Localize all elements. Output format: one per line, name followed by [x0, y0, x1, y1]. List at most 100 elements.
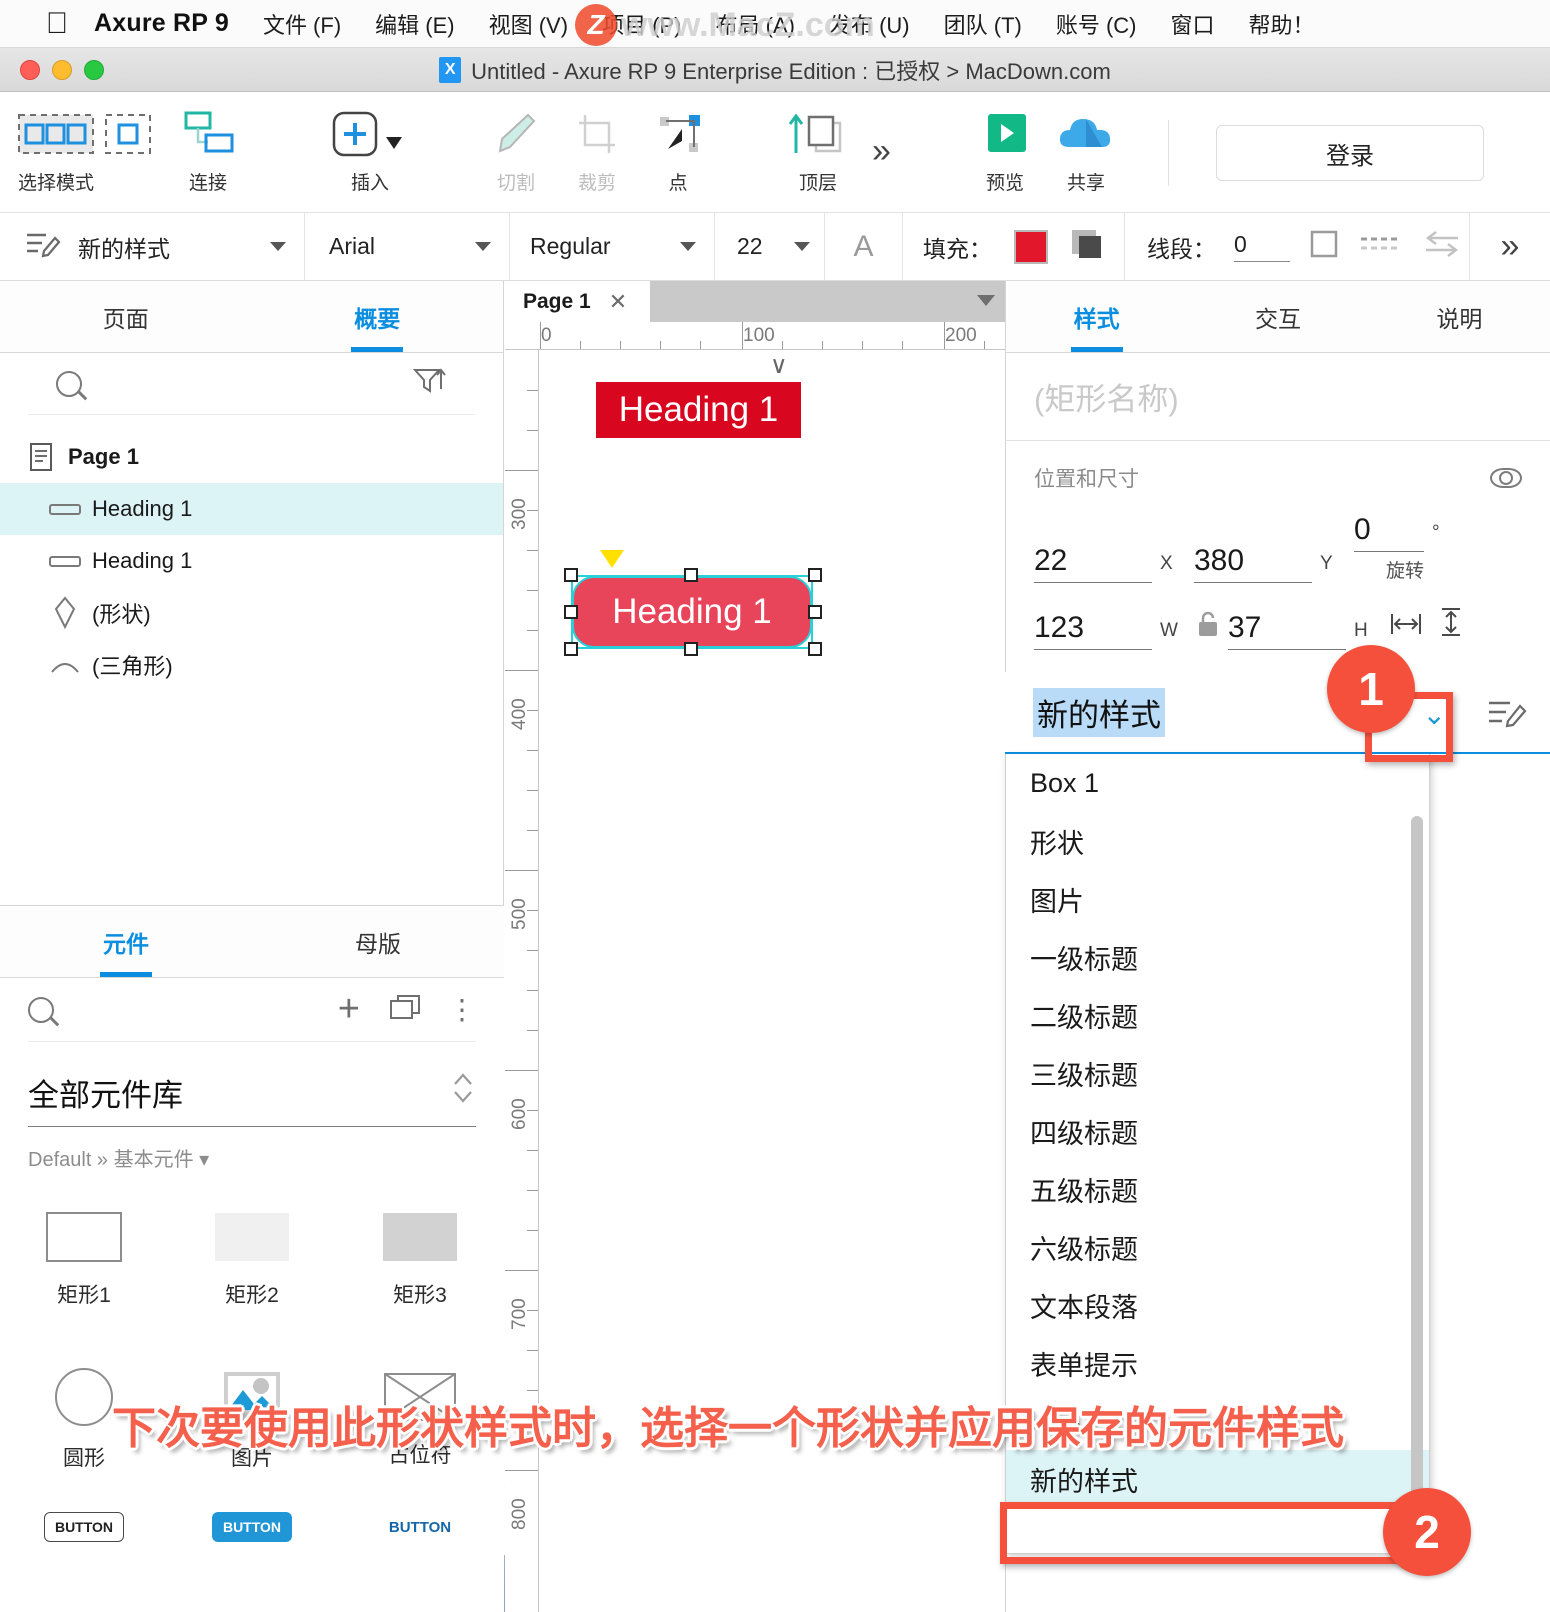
widget-button-link[interactable]: BUTTON [336, 1496, 504, 1558]
add-library-icon[interactable]: + [338, 988, 360, 1031]
menu-item-team[interactable]: 团队 (T) [944, 8, 1022, 40]
chevron-down-icon[interactable] [794, 242, 810, 251]
toolbar-bring-to-front[interactable]: 顶层 [770, 106, 866, 195]
chevron-down-icon[interactable] [680, 242, 696, 251]
font-family-selector[interactable]: Arial [305, 213, 510, 280]
outline-search-row[interactable] [28, 353, 475, 415]
tab-widgets[interactable]: 元件 [0, 906, 252, 977]
toolbar-connect[interactable]: 连接 [160, 106, 256, 195]
menu-item-project[interactable]: 项目 (P) [602, 8, 681, 40]
font-size-selector[interactable]: 22 [715, 213, 825, 280]
resize-handle-s[interactable] [684, 642, 698, 656]
resize-handle-ne[interactable] [808, 568, 822, 582]
tree-item-shape[interactable]: (形状) [0, 587, 503, 639]
tree-item-triangle[interactable]: (三角形) [0, 639, 503, 691]
close-icon[interactable]: ✕ [609, 289, 627, 315]
tab-notes[interactable]: 说明 [1369, 281, 1550, 352]
style-option-paragraph[interactable]: 文本段落 [1006, 1276, 1429, 1334]
resize-handle-w[interactable] [564, 605, 578, 619]
border-style-icon[interactable] [1308, 228, 1340, 265]
line-controls[interactable]: 线段： 0 [1125, 213, 1470, 280]
resize-handle-e[interactable] [808, 605, 822, 619]
resize-handle-se[interactable] [808, 642, 822, 656]
visibility-eye-icon[interactable] [1490, 468, 1522, 488]
library-stepper-icon[interactable] [450, 1068, 476, 1116]
style-option-heading-3[interactable]: 三级标题 [1006, 1044, 1429, 1102]
style-option-heading-5[interactable]: 五级标题 [1006, 1160, 1429, 1218]
gradient-fill-icon[interactable] [1070, 226, 1106, 267]
chevron-down-icon[interactable] [475, 242, 491, 251]
tree-item-heading-1-a[interactable]: Heading 1 [0, 483, 503, 535]
canvas-shape-heading-solid[interactable]: Heading 1 [596, 382, 801, 438]
height-input[interactable]: 37 [1228, 611, 1346, 650]
canvas-tab-overflow-icon[interactable] [977, 295, 995, 306]
widget-rectangle-2[interactable]: 矩形2 [168, 1186, 336, 1332]
tab-masters[interactable]: 母版 [252, 906, 504, 977]
font-weight-selector[interactable]: Regular [510, 213, 715, 280]
style-option-heading-1[interactable]: 一级标题 [1006, 928, 1429, 986]
width-input[interactable]: 123 [1034, 611, 1152, 650]
style-option-heading-6[interactable]: 六级标题 [1006, 1218, 1429, 1276]
library-more-icon[interactable]: ⋮ [448, 993, 476, 1026]
widget-rectangle-1[interactable]: 矩形1 [0, 1186, 168, 1332]
fill-color-swatch[interactable] [1014, 229, 1048, 264]
toolbar-overflow-chevron[interactable]: » [872, 132, 891, 171]
menu-item-view[interactable]: 视图 (V) [489, 8, 568, 40]
library-breadcrumb[interactable]: Default » 基本元件 ▾ [28, 1143, 476, 1172]
tab-pages[interactable]: 页面 [0, 281, 252, 352]
search-icon[interactable] [56, 370, 82, 397]
style-option-heading-4[interactable]: 四级标题 [1006, 1102, 1429, 1160]
x-input[interactable]: 22 [1034, 544, 1152, 583]
widget-button-filled[interactable]: BUTTON [168, 1496, 336, 1558]
shape-name-input[interactable]: (矩形名称) [1006, 353, 1550, 441]
fit-width-icon[interactable] [1388, 609, 1424, 644]
style-option-new-style[interactable]: 新的样式 [1006, 1450, 1429, 1508]
maximize-window-button[interactable] [84, 59, 104, 80]
style-option-image[interactable]: 图片 [1006, 870, 1429, 928]
chevron-down-icon[interactable] [270, 242, 286, 251]
format-overflow-button[interactable]: » [1470, 213, 1550, 280]
menu-item-account[interactable]: 账号 (C) [1056, 8, 1137, 40]
filter-sort-icon[interactable] [412, 365, 447, 402]
toolbar-share[interactable]: 共享 [1038, 106, 1134, 195]
text-color-button[interactable]: A [825, 213, 903, 280]
login-button[interactable]: 登录 [1216, 125, 1484, 181]
toolbar-point[interactable]: 点 [630, 106, 726, 195]
library-search-row[interactable]: + ⋮ [28, 978, 476, 1042]
canvas-tab-page-1[interactable]: Page 1 ✕ [505, 281, 650, 322]
apple-logo-icon[interactable]:  [42, 7, 72, 41]
line-dash-icon[interactable] [1358, 228, 1402, 265]
resize-handle-n[interactable] [684, 568, 698, 582]
fill-controls[interactable]: 填充： [903, 213, 1125, 280]
rotation-handle-icon[interactable] [600, 550, 624, 568]
menu-item-file[interactable]: 文件 (F) [263, 8, 341, 40]
toolbar-insert[interactable]: 插入 [315, 106, 425, 195]
menu-item-help[interactable]: 帮助！ [1249, 8, 1315, 40]
tab-style[interactable]: 样式 [1006, 281, 1187, 352]
tree-item-heading-1-b[interactable]: Heading 1 [0, 535, 503, 587]
library-stack-icon[interactable] [388, 992, 422, 1027]
resize-handle-nw[interactable] [564, 568, 578, 582]
arrow-style-icon[interactable] [1420, 228, 1464, 265]
tree-item-page-1[interactable]: Page 1 [0, 431, 503, 483]
library-name-row[interactable]: 全部元件库 [28, 1068, 476, 1127]
style-option-shape[interactable]: 形状 [1006, 812, 1429, 870]
menu-item-publish[interactable]: 发布 (U) [829, 8, 910, 40]
widget-style-dropdown-field[interactable]: 新的样式 ⌄ [1005, 672, 1550, 754]
line-width-input[interactable]: 0 [1234, 231, 1290, 262]
menu-item-edit[interactable]: 编辑 (E) [375, 8, 454, 40]
y-input[interactable]: 380 [1194, 544, 1312, 583]
menu-item-window[interactable]: 窗口 [1171, 8, 1215, 40]
lock-aspect-icon[interactable] [1194, 609, 1222, 644]
resize-handle-sw[interactable] [564, 642, 578, 656]
rotation-input[interactable]: 0 [1354, 513, 1424, 552]
style-option-form-hint[interactable]: 表单提示 [1006, 1334, 1429, 1392]
tab-interactions[interactable]: 交互 [1187, 281, 1368, 352]
window-controls[interactable] [20, 59, 104, 80]
fit-height-icon[interactable] [1436, 605, 1466, 644]
style-option-heading-2[interactable]: 二级标题 [1006, 986, 1429, 1044]
menu-item-layout[interactable]: 布局 (A) [716, 8, 795, 40]
minimize-window-button[interactable] [52, 59, 72, 80]
style-manager-icon[interactable] [1486, 694, 1528, 737]
close-window-button[interactable] [20, 59, 40, 80]
